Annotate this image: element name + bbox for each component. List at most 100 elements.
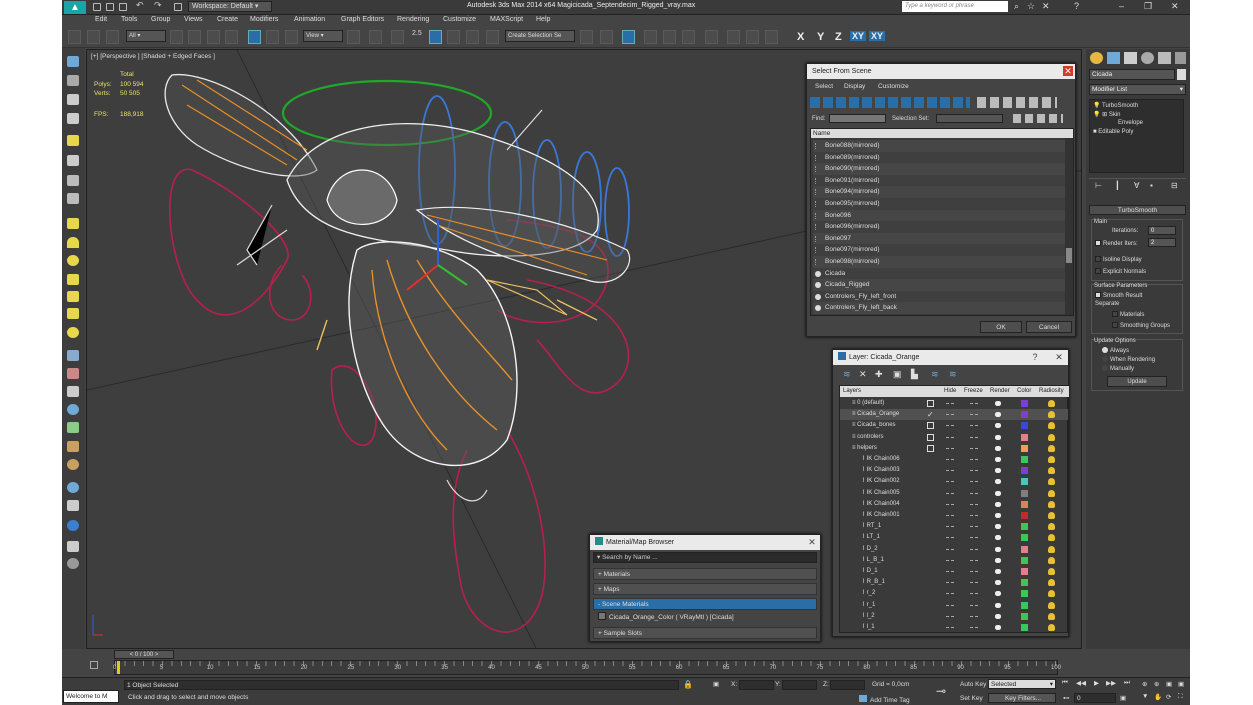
align-icon[interactable]: [600, 30, 613, 44]
always-radio[interactable]: Always: [1102, 347, 1129, 354]
render-teapot-icon[interactable]: [995, 602, 1001, 608]
keyboard-shortcut-override-icon[interactable]: [391, 30, 404, 44]
rotate-tool-icon[interactable]: [67, 75, 79, 86]
search-input[interactable]: Type a keyword or phrase: [902, 1, 1008, 12]
hide-toggle[interactable]: [946, 604, 954, 606]
restore-icon[interactable]: ❐: [1144, 1, 1152, 12]
display-filter-icons[interactable]: [810, 97, 970, 108]
layer-color-swatch[interactable]: [1021, 545, 1028, 553]
radiosity-icon[interactable]: [1048, 478, 1055, 486]
hide-toggle[interactable]: [946, 425, 954, 427]
save-file-icon[interactable]: [119, 3, 127, 11]
object-color-swatch[interactable]: [1177, 69, 1186, 80]
object-name-field[interactable]: Cicada: [1089, 69, 1175, 80]
select-and-move-icon[interactable]: [248, 30, 261, 44]
hide-toggle[interactable]: [946, 492, 954, 494]
zoom-icon[interactable]: [67, 482, 79, 493]
list-tools-icons[interactable]: [977, 97, 1057, 108]
zoom-extents-all-icon[interactable]: ▣: [1178, 680, 1184, 688]
viewport-label[interactable]: [+] [Perspective ] [Shaded + Edged Faces…: [91, 53, 215, 60]
layer-color-swatch[interactable]: [1021, 400, 1028, 407]
layer-color-swatch[interactable]: [1021, 444, 1028, 452]
layer-color-swatch[interactable]: [1021, 411, 1028, 419]
sphere-icon[interactable]: [67, 255, 79, 266]
dome-icon[interactable]: [67, 237, 79, 248]
radiosity-icon[interactable]: [1048, 624, 1055, 631]
zoom-extents-icon[interactable]: ▣: [1166, 680, 1172, 688]
highlight-layer-icon[interactable]: ▙: [911, 369, 918, 380]
previous-frame-icon[interactable]: ◀◀: [1076, 679, 1086, 687]
star-icon[interactable]: ☆: [1027, 1, 1035, 12]
render-iters-spinner[interactable]: 2: [1148, 238, 1176, 247]
link-icon[interactable]: [68, 30, 81, 44]
key-mode-dropdown[interactable]: Selected ▾: [988, 679, 1056, 689]
scene-object-row[interactable]: Bone097: [813, 232, 1067, 245]
layer-row[interactable]: ≡ 0 (default): [840, 398, 1068, 409]
hide-toggle[interactable]: [946, 571, 954, 572]
hide-toggle[interactable]: [946, 503, 954, 505]
radiosity-icon[interactable]: [1048, 590, 1055, 598]
explicit-normals-checkbox[interactable]: Explicit Normals: [1095, 268, 1146, 275]
curve-editor-icon[interactable]: [663, 30, 676, 44]
menu-modifiers[interactable]: Modifiers: [250, 16, 278, 23]
when-rendering-radio[interactable]: When Rendering: [1102, 356, 1155, 363]
hide-toggle[interactable]: [946, 582, 954, 584]
sun-icon[interactable]: [67, 308, 79, 319]
workspace-dropdown[interactable]: Workspace: Default ▾: [188, 1, 272, 12]
freeze-toggle[interactable]: [970, 515, 978, 516]
rendered-frame-window-icon[interactable]: [746, 30, 759, 44]
maps-section[interactable]: + Maps: [593, 583, 817, 595]
layer-row[interactable]: ⌇ D_2: [840, 544, 1068, 555]
select-and-rotate-icon[interactable]: [266, 30, 279, 44]
radiosity-icon[interactable]: [1048, 489, 1055, 497]
hide-toggle[interactable]: [946, 615, 954, 617]
manually-radio[interactable]: Manually: [1102, 365, 1134, 372]
scale-tool-icon[interactable]: [67, 94, 79, 105]
help-icon[interactable]: ?: [1074, 1, 1079, 11]
render-teapot-icon[interactable]: [995, 557, 1001, 563]
column-render[interactable]: Render: [990, 386, 1010, 397]
named-selection-set-dropdown[interactable]: Create Selection Se: [505, 30, 575, 42]
graphite-ribbon-icon[interactable]: [644, 30, 657, 44]
angle-snap-icon[interactable]: [429, 30, 442, 44]
scene-object-row[interactable]: Bone094(mirrored): [813, 186, 1067, 198]
layer-color-swatch[interactable]: [1021, 601, 1028, 609]
axis-x-button[interactable]: X: [797, 31, 804, 43]
radiosity-icon[interactable]: [1048, 579, 1055, 587]
material-search-input[interactable]: ▾ Search by Name ...: [593, 552, 817, 563]
freeze-toggle[interactable]: [970, 615, 978, 617]
stack-item-skin[interactable]: 💡 ⊞ Skin: [1093, 111, 1121, 118]
freeze-toggle[interactable]: [970, 559, 978, 561]
bones-icon[interactable]: [67, 386, 79, 397]
layer-color-swatch[interactable]: [1021, 433, 1028, 441]
container-icon[interactable]: [67, 541, 79, 552]
freeze-toggle[interactable]: [970, 627, 978, 628]
menu-create[interactable]: Create: [217, 16, 238, 23]
layer-row[interactable]: ⌇ L_B_1: [840, 555, 1068, 566]
layer-row[interactable]: ≡ Cicada_Orange ✓: [840, 409, 1068, 421]
axis-z-button[interactable]: Z: [835, 31, 842, 43]
window-crossing-icon[interactable]: [225, 30, 238, 44]
current-layer-check-icon[interactable]: ✓: [927, 411, 934, 419]
radiosity-icon[interactable]: [1048, 400, 1055, 407]
render-teapot-icon[interactable]: [995, 423, 1001, 429]
play-icon[interactable]: ▶: [1094, 679, 1099, 687]
zoom-icon[interactable]: ⊕: [1142, 680, 1147, 688]
freeze-toggle[interactable]: [970, 537, 978, 539]
snaps-toggle-icon[interactable]: 2.5: [412, 30, 425, 44]
time-slider[interactable]: < 0 / 100 >: [114, 650, 174, 659]
freeze-toggle[interactable]: [970, 548, 978, 550]
stack-item-editable-poly[interactable]: ■ Editable Poly: [1093, 129, 1133, 135]
mirror-icon[interactable]: [580, 30, 593, 44]
render-teapot-icon[interactable]: [995, 513, 1001, 518]
column-color[interactable]: Color: [1017, 386, 1031, 397]
project-folder-icon[interactable]: [174, 3, 182, 11]
display-tab-icon[interactable]: [1158, 52, 1171, 64]
selection-filter-dropdown[interactable]: All ▾: [126, 30, 166, 42]
ok-button[interactable]: OK: [980, 321, 1022, 333]
hide-toggle[interactable]: [946, 459, 954, 460]
add-time-tag-button[interactable]: Add Time Tag: [859, 695, 910, 704]
current-layer-box[interactable]: [927, 400, 934, 407]
new-file-icon[interactable]: [93, 3, 101, 11]
particles-icon[interactable]: [67, 350, 79, 361]
